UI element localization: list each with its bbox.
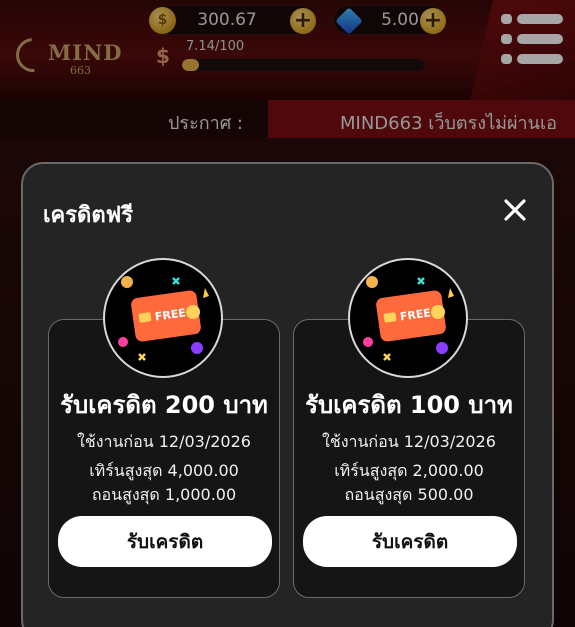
free-credit-modal: เครดิตฟรี รับเครดิต 200 บาท ใช้งานก่อน 1… xyxy=(21,162,554,627)
card-expire: ใช้งานก่อน 12/03/2026 xyxy=(77,432,251,451)
card-withdraw: ถอนสูงสุด 1,000.00 xyxy=(91,485,237,504)
claim-credit-button[interactable]: รับเครดิต xyxy=(58,516,272,567)
card-title: รับเครดิต 100 บาท xyxy=(305,391,513,419)
card-turnover: เทิร์นสูงสุด 4,000.00 xyxy=(89,461,239,480)
card-expire: ใช้งานก่อน 12/03/2026 xyxy=(322,432,496,451)
card-withdraw: ถอนสูงสุด 500.00 xyxy=(344,485,474,504)
claim-credit-button[interactable]: รับเครดิต xyxy=(303,516,517,567)
credit-card-icon: FREE xyxy=(348,258,468,378)
close-icon[interactable] xyxy=(501,196,529,224)
modal-title: เครดิตฟรี xyxy=(43,203,134,228)
credit-card-icon: FREE xyxy=(103,258,223,378)
card-turnover: เทิร์นสูงสุด 2,000.00 xyxy=(334,461,484,480)
card-title: รับเครดิต 200 บาท xyxy=(60,391,268,419)
